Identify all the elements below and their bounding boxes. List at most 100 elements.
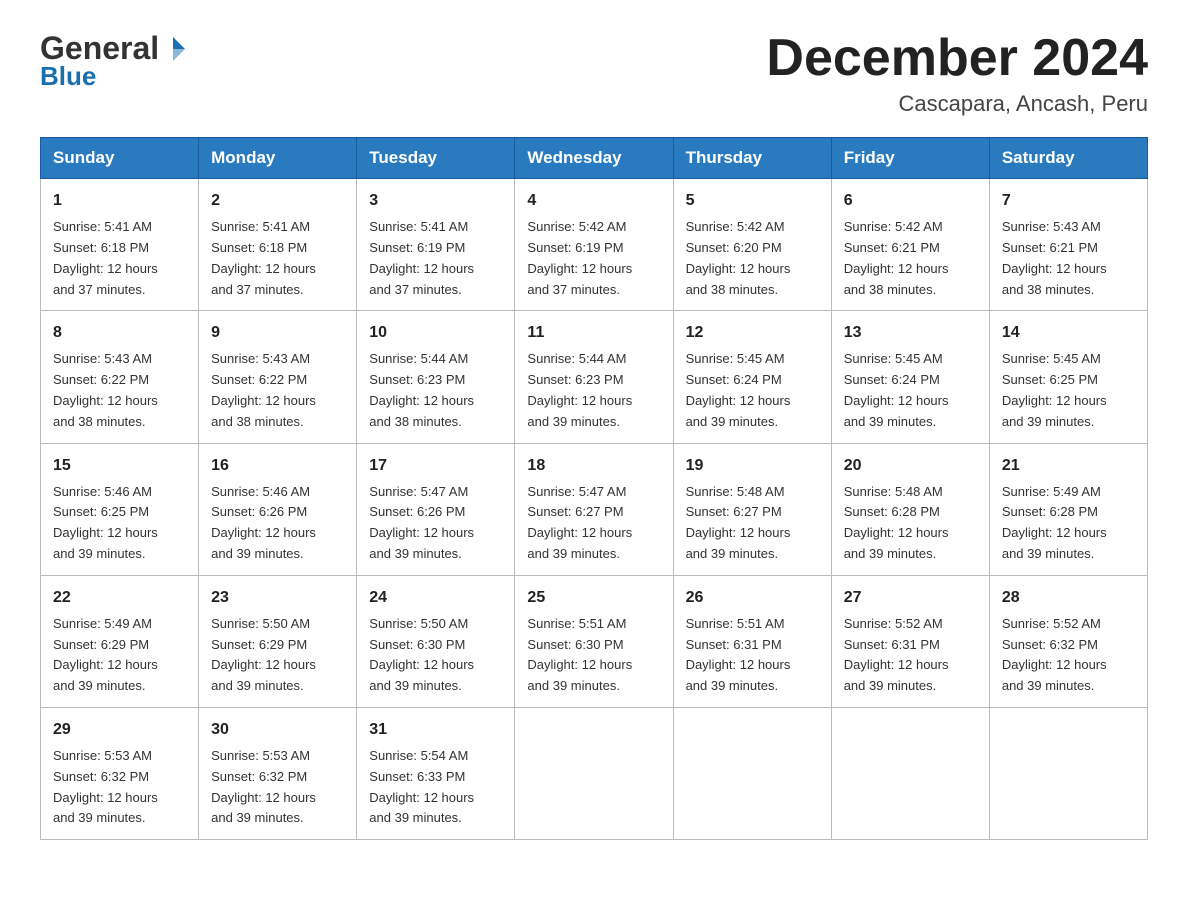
calendar-cell: 26 Sunrise: 5:51 AM Sunset: 6:31 PM Dayl… [673, 575, 831, 707]
day-number: 9 [211, 321, 344, 345]
day-info: Sunrise: 5:52 AM Sunset: 6:32 PM Dayligh… [1002, 614, 1135, 697]
day-number: 13 [844, 321, 977, 345]
day-number: 24 [369, 586, 502, 610]
day-number: 17 [369, 454, 502, 478]
day-info: Sunrise: 5:53 AM Sunset: 6:32 PM Dayligh… [211, 746, 344, 829]
month-title: December 2024 [766, 30, 1148, 87]
day-number: 29 [53, 718, 186, 742]
calendar-cell: 2 Sunrise: 5:41 AM Sunset: 6:18 PM Dayli… [199, 179, 357, 311]
calendar-cell: 15 Sunrise: 5:46 AM Sunset: 6:25 PM Dayl… [41, 443, 199, 575]
day-number: 26 [686, 586, 819, 610]
calendar-cell [989, 707, 1147, 839]
day-number: 25 [527, 586, 660, 610]
calendar-cell: 8 Sunrise: 5:43 AM Sunset: 6:22 PM Dayli… [41, 311, 199, 443]
day-info: Sunrise: 5:47 AM Sunset: 6:26 PM Dayligh… [369, 482, 502, 565]
title-area: December 2024 Cascapara, Ancash, Peru [766, 30, 1148, 117]
calendar-cell: 25 Sunrise: 5:51 AM Sunset: 6:30 PM Dayl… [515, 575, 673, 707]
column-header-thursday: Thursday [673, 138, 831, 179]
day-number: 15 [53, 454, 186, 478]
day-info: Sunrise: 5:46 AM Sunset: 6:26 PM Dayligh… [211, 482, 344, 565]
day-number: 23 [211, 586, 344, 610]
day-number: 16 [211, 454, 344, 478]
day-info: Sunrise: 5:50 AM Sunset: 6:30 PM Dayligh… [369, 614, 502, 697]
day-info: Sunrise: 5:51 AM Sunset: 6:30 PM Dayligh… [527, 614, 660, 697]
day-info: Sunrise: 5:42 AM Sunset: 6:19 PM Dayligh… [527, 217, 660, 300]
calendar-week-row: 22 Sunrise: 5:49 AM Sunset: 6:29 PM Dayl… [41, 575, 1148, 707]
calendar-cell: 18 Sunrise: 5:47 AM Sunset: 6:27 PM Dayl… [515, 443, 673, 575]
day-info: Sunrise: 5:45 AM Sunset: 6:24 PM Dayligh… [686, 349, 819, 432]
page-header: General Blue December 2024 Cascapara, An… [40, 30, 1148, 117]
day-number: 12 [686, 321, 819, 345]
day-info: Sunrise: 5:41 AM Sunset: 6:18 PM Dayligh… [211, 217, 344, 300]
day-number: 22 [53, 586, 186, 610]
location-text: Cascapara, Ancash, Peru [766, 91, 1148, 117]
logo-blue-text: Blue [40, 61, 96, 92]
day-info: Sunrise: 5:47 AM Sunset: 6:27 PM Dayligh… [527, 482, 660, 565]
day-number: 4 [527, 189, 660, 213]
day-number: 18 [527, 454, 660, 478]
day-number: 7 [1002, 189, 1135, 213]
column-header-wednesday: Wednesday [515, 138, 673, 179]
calendar-cell: 28 Sunrise: 5:52 AM Sunset: 6:32 PM Dayl… [989, 575, 1147, 707]
calendar-cell [831, 707, 989, 839]
calendar-cell: 24 Sunrise: 5:50 AM Sunset: 6:30 PM Dayl… [357, 575, 515, 707]
day-info: Sunrise: 5:41 AM Sunset: 6:19 PM Dayligh… [369, 217, 502, 300]
calendar-cell [515, 707, 673, 839]
calendar-cell: 13 Sunrise: 5:45 AM Sunset: 6:24 PM Dayl… [831, 311, 989, 443]
calendar-cell: 16 Sunrise: 5:46 AM Sunset: 6:26 PM Dayl… [199, 443, 357, 575]
day-number: 20 [844, 454, 977, 478]
column-header-sunday: Sunday [41, 138, 199, 179]
calendar-week-row: 8 Sunrise: 5:43 AM Sunset: 6:22 PM Dayli… [41, 311, 1148, 443]
calendar-week-row: 29 Sunrise: 5:53 AM Sunset: 6:32 PM Dayl… [41, 707, 1148, 839]
day-info: Sunrise: 5:51 AM Sunset: 6:31 PM Dayligh… [686, 614, 819, 697]
column-header-tuesday: Tuesday [357, 138, 515, 179]
day-info: Sunrise: 5:42 AM Sunset: 6:20 PM Dayligh… [686, 217, 819, 300]
calendar-cell: 20 Sunrise: 5:48 AM Sunset: 6:28 PM Dayl… [831, 443, 989, 575]
day-info: Sunrise: 5:48 AM Sunset: 6:28 PM Dayligh… [844, 482, 977, 565]
day-info: Sunrise: 5:53 AM Sunset: 6:32 PM Dayligh… [53, 746, 186, 829]
calendar-cell: 29 Sunrise: 5:53 AM Sunset: 6:32 PM Dayl… [41, 707, 199, 839]
day-info: Sunrise: 5:43 AM Sunset: 6:21 PM Dayligh… [1002, 217, 1135, 300]
day-info: Sunrise: 5:44 AM Sunset: 6:23 PM Dayligh… [369, 349, 502, 432]
calendar-cell: 7 Sunrise: 5:43 AM Sunset: 6:21 PM Dayli… [989, 179, 1147, 311]
calendar-cell: 4 Sunrise: 5:42 AM Sunset: 6:19 PM Dayli… [515, 179, 673, 311]
day-number: 2 [211, 189, 344, 213]
calendar-cell: 5 Sunrise: 5:42 AM Sunset: 6:20 PM Dayli… [673, 179, 831, 311]
calendar-cell: 11 Sunrise: 5:44 AM Sunset: 6:23 PM Dayl… [515, 311, 673, 443]
logo: General Blue [40, 30, 187, 92]
day-info: Sunrise: 5:46 AM Sunset: 6:25 PM Dayligh… [53, 482, 186, 565]
day-info: Sunrise: 5:49 AM Sunset: 6:29 PM Dayligh… [53, 614, 186, 697]
calendar-cell: 14 Sunrise: 5:45 AM Sunset: 6:25 PM Dayl… [989, 311, 1147, 443]
calendar-cell: 12 Sunrise: 5:45 AM Sunset: 6:24 PM Dayl… [673, 311, 831, 443]
calendar-cell: 23 Sunrise: 5:50 AM Sunset: 6:29 PM Dayl… [199, 575, 357, 707]
calendar-cell: 3 Sunrise: 5:41 AM Sunset: 6:19 PM Dayli… [357, 179, 515, 311]
day-info: Sunrise: 5:44 AM Sunset: 6:23 PM Dayligh… [527, 349, 660, 432]
day-number: 5 [686, 189, 819, 213]
calendar-cell: 17 Sunrise: 5:47 AM Sunset: 6:26 PM Dayl… [357, 443, 515, 575]
day-number: 3 [369, 189, 502, 213]
day-number: 21 [1002, 454, 1135, 478]
calendar-cell: 19 Sunrise: 5:48 AM Sunset: 6:27 PM Dayl… [673, 443, 831, 575]
day-number: 14 [1002, 321, 1135, 345]
calendar-cell: 6 Sunrise: 5:42 AM Sunset: 6:21 PM Dayli… [831, 179, 989, 311]
day-number: 28 [1002, 586, 1135, 610]
calendar-cell: 10 Sunrise: 5:44 AM Sunset: 6:23 PM Dayl… [357, 311, 515, 443]
day-info: Sunrise: 5:41 AM Sunset: 6:18 PM Dayligh… [53, 217, 186, 300]
calendar-header-row: SundayMondayTuesdayWednesdayThursdayFrid… [41, 138, 1148, 179]
calendar-cell [673, 707, 831, 839]
day-info: Sunrise: 5:50 AM Sunset: 6:29 PM Dayligh… [211, 614, 344, 697]
logo-flag-icon [159, 35, 187, 63]
day-info: Sunrise: 5:52 AM Sunset: 6:31 PM Dayligh… [844, 614, 977, 697]
day-info: Sunrise: 5:45 AM Sunset: 6:24 PM Dayligh… [844, 349, 977, 432]
day-info: Sunrise: 5:49 AM Sunset: 6:28 PM Dayligh… [1002, 482, 1135, 565]
day-number: 27 [844, 586, 977, 610]
day-number: 11 [527, 321, 660, 345]
calendar-cell: 27 Sunrise: 5:52 AM Sunset: 6:31 PM Dayl… [831, 575, 989, 707]
day-info: Sunrise: 5:45 AM Sunset: 6:25 PM Dayligh… [1002, 349, 1135, 432]
calendar-week-row: 1 Sunrise: 5:41 AM Sunset: 6:18 PM Dayli… [41, 179, 1148, 311]
day-info: Sunrise: 5:42 AM Sunset: 6:21 PM Dayligh… [844, 217, 977, 300]
column-header-friday: Friday [831, 138, 989, 179]
calendar-week-row: 15 Sunrise: 5:46 AM Sunset: 6:25 PM Dayl… [41, 443, 1148, 575]
day-number: 19 [686, 454, 819, 478]
day-info: Sunrise: 5:48 AM Sunset: 6:27 PM Dayligh… [686, 482, 819, 565]
